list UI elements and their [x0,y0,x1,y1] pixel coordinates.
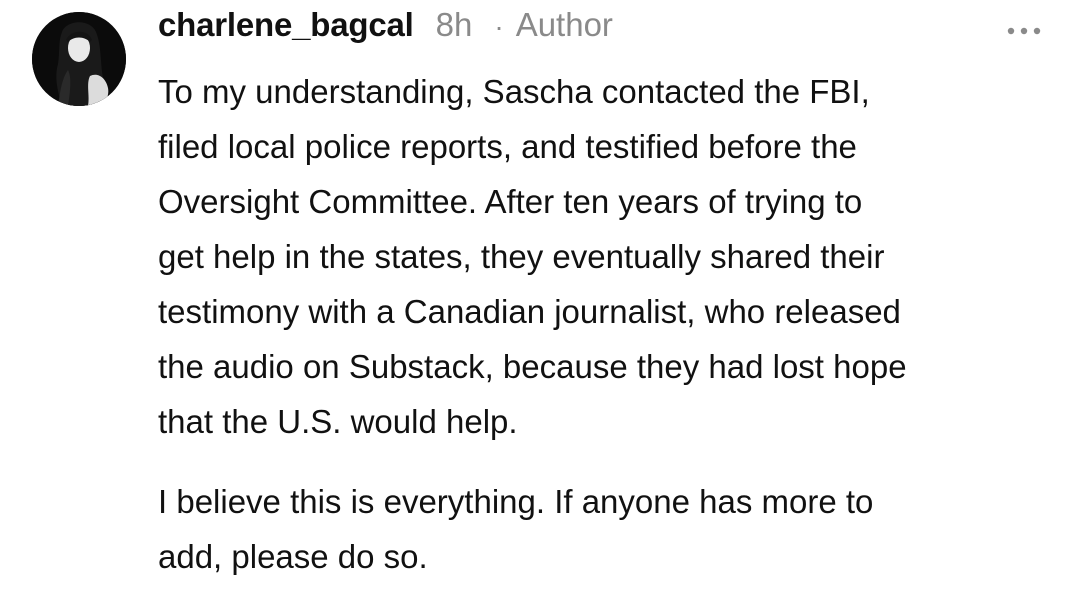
more-horizontal-icon [1007,27,1041,35]
comment-paragraph: To my understanding, Sascha contacted th… [158,73,907,440]
comment-header: charlene_bagcal 8h · Author [158,6,613,52]
comment-body: To my understanding, Sascha contacted th… [158,64,1058,584]
timestamp: 8h [435,6,473,43]
author-badge: Author [515,6,613,43]
avatar-image [32,12,126,106]
username[interactable]: charlene_bagcal [158,6,414,44]
more-options-button[interactable] [1002,18,1046,44]
comment: charlene_bagcal 8h · Author To my unders… [0,0,1080,604]
comment-paragraph: I believe this is everything. If anyone … [158,483,874,575]
avatar[interactable] [32,12,126,106]
separator-dot: · [494,11,504,42]
